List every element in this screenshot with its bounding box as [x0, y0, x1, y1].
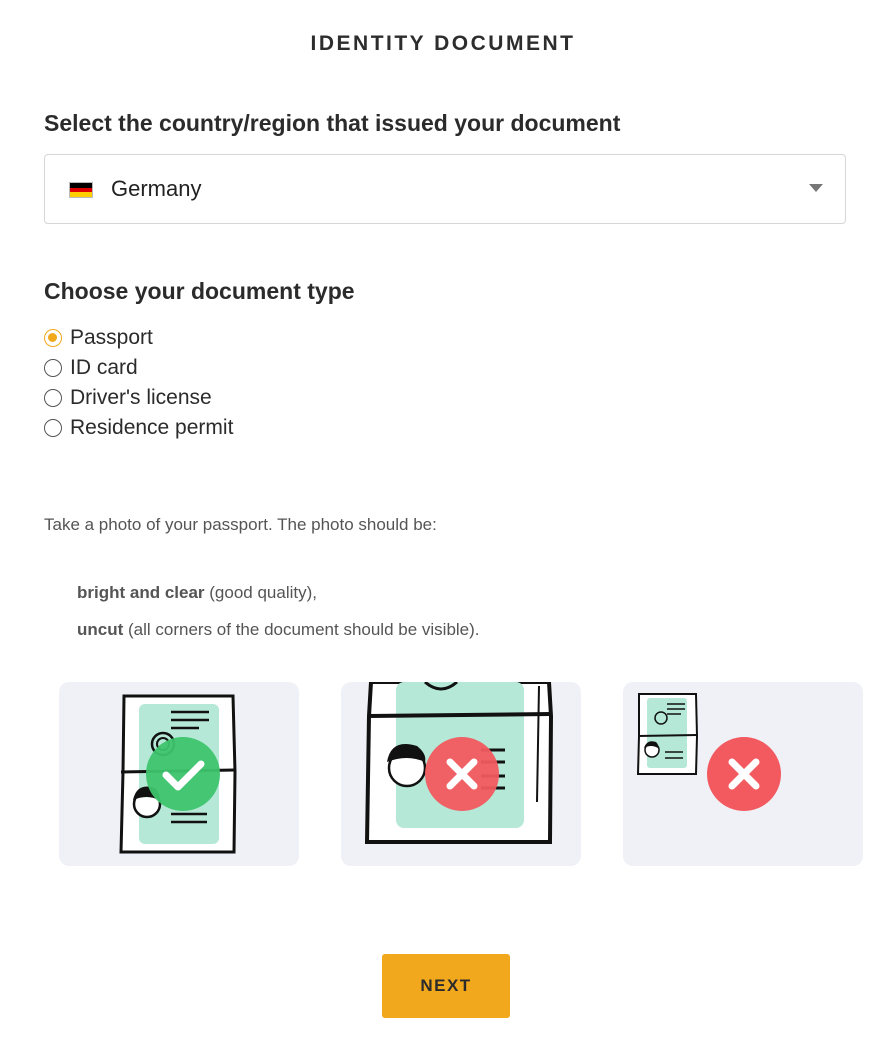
doc-type-heading: Choose your document type	[44, 278, 355, 304]
passport-illustration-cropped	[364, 682, 554, 844]
next-button[interactable]: NEXT	[382, 954, 510, 1018]
requirement-bright-rest: (good quality),	[204, 583, 317, 602]
radio-label-id-card: ID card	[70, 356, 138, 379]
country-select-value: Germany	[111, 176, 202, 201]
requirement-uncut-bold: uncut	[77, 620, 124, 639]
photo-instructions: Take a photo of your passport. The photo…	[44, 515, 437, 534]
requirement-bright: bright and clear (good quality),	[77, 583, 317, 603]
example-too-small-photo	[623, 682, 863, 866]
radio-option-id-card[interactable]: ID card	[44, 353, 233, 383]
passport-illustration-small	[636, 693, 781, 811]
requirement-uncut: uncut (all corners of the document shoul…	[77, 620, 480, 640]
example-cropped-photo	[341, 682, 581, 866]
radio-option-passport[interactable]: Passport	[44, 323, 233, 353]
requirement-uncut-rest: (all corners of the document should be v…	[123, 620, 480, 639]
radio-label-drivers-license: Driver's license	[70, 386, 212, 409]
flag-stripe-gold	[70, 192, 92, 197]
passport-illustration-good	[119, 694, 237, 854]
radio-label-passport: Passport	[70, 326, 153, 349]
radio-button-drivers-license[interactable]	[44, 389, 62, 407]
germany-flag-icon	[69, 182, 93, 198]
country-heading: Select the country/region that issued yo…	[44, 110, 621, 136]
requirement-bright-bold: bright and clear	[77, 583, 205, 602]
example-good-photo	[59, 682, 299, 866]
radio-label-residence-permit: Residence permit	[70, 416, 234, 439]
radio-button-residence-permit[interactable]	[44, 419, 62, 437]
chevron-down-icon[interactable]	[809, 184, 823, 192]
radio-option-residence-permit[interactable]: Residence permit	[44, 413, 233, 443]
check-badge	[146, 737, 220, 811]
doc-type-radio-group: Passport ID card Driver's license Reside…	[44, 323, 233, 443]
radio-button-id-card[interactable]	[44, 359, 62, 377]
page-title: IDENTITY DOCUMENT	[310, 32, 576, 55]
country-select[interactable]: Germany	[44, 154, 846, 224]
radio-option-drivers-license[interactable]: Driver's license	[44, 383, 233, 413]
radio-button-passport[interactable]	[44, 329, 62, 347]
